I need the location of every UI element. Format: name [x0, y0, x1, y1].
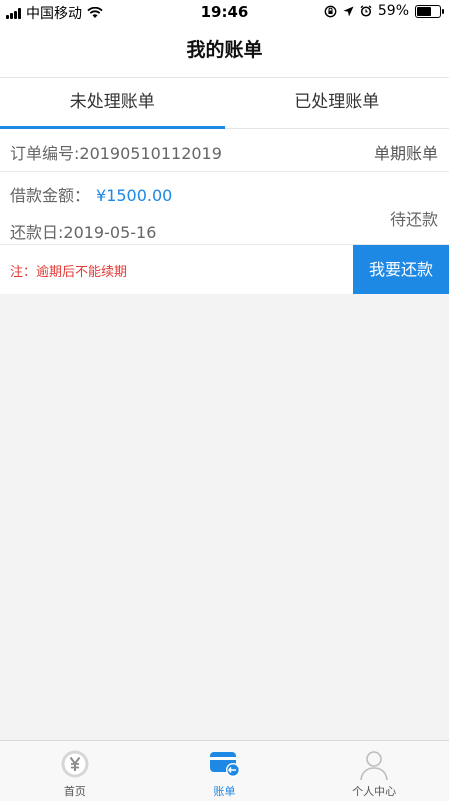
- bill-info-row: 借款金额： ¥1500.00 还款日:2019-05-16 待还款: [0, 172, 449, 245]
- user-icon: [358, 749, 390, 781]
- loan-amount: 借款金额： ¥1500.00: [10, 182, 172, 206]
- tab-unprocessed-bills[interactable]: 未处理账单: [0, 78, 225, 128]
- tabbar-label-bills: 账单: [150, 783, 300, 799]
- bill-header-row: 订单编号:20190510112019 单期账单: [0, 129, 449, 172]
- tabbar-item-home[interactable]: 首页: [0, 741, 150, 801]
- repay-button[interactable]: 我要还款: [353, 245, 449, 294]
- order-number: 订单编号:20190510112019: [10, 140, 222, 164]
- battery-level: [417, 7, 431, 16]
- status-bar-right: 59%: [324, 3, 441, 19]
- overdue-note: 注：逾期后不能续期: [10, 261, 127, 280]
- tabbar-label-home: 首页: [0, 783, 150, 799]
- bill-card-icon: [209, 749, 241, 779]
- loan-amount-value: ¥1500.00: [96, 186, 172, 205]
- loan-amount-label: 借款金额：: [10, 186, 90, 205]
- bill-status: 待还款: [390, 206, 438, 230]
- location-arrow-icon: [343, 6, 354, 17]
- rotation-lock-icon: [324, 5, 337, 18]
- page-title: 我的账单: [0, 24, 449, 77]
- bill-card[interactable]: 订单编号:20190510112019 单期账单 借款金额： ¥1500.00 还…: [0, 129, 449, 294]
- tab-processed-bills[interactable]: 已处理账单: [225, 78, 449, 128]
- tabbar-item-bills[interactable]: 账单: [150, 741, 300, 801]
- battery-icon: [415, 5, 441, 18]
- navbar: 我的账单: [0, 24, 449, 78]
- alarm-icon: [360, 5, 372, 17]
- battery-percent: 59%: [378, 3, 409, 19]
- bill-action-row: 注：逾期后不能续期 我要还款: [0, 245, 449, 294]
- bill-type: 单期账单: [374, 140, 438, 164]
- yen-icon: [60, 749, 90, 779]
- bill-tabs: 未处理账单 已处理账单: [0, 78, 449, 129]
- tabbar-label-profile: 个人中心: [299, 783, 449, 799]
- tabbar-item-profile[interactable]: 个人中心: [299, 741, 449, 801]
- due-date: 还款日:2019-05-16: [10, 219, 156, 243]
- status-bar: 中国移动 19:46 59%: [0, 0, 449, 24]
- bottom-tab-bar: 首页 账单 个人中心: [0, 740, 449, 801]
